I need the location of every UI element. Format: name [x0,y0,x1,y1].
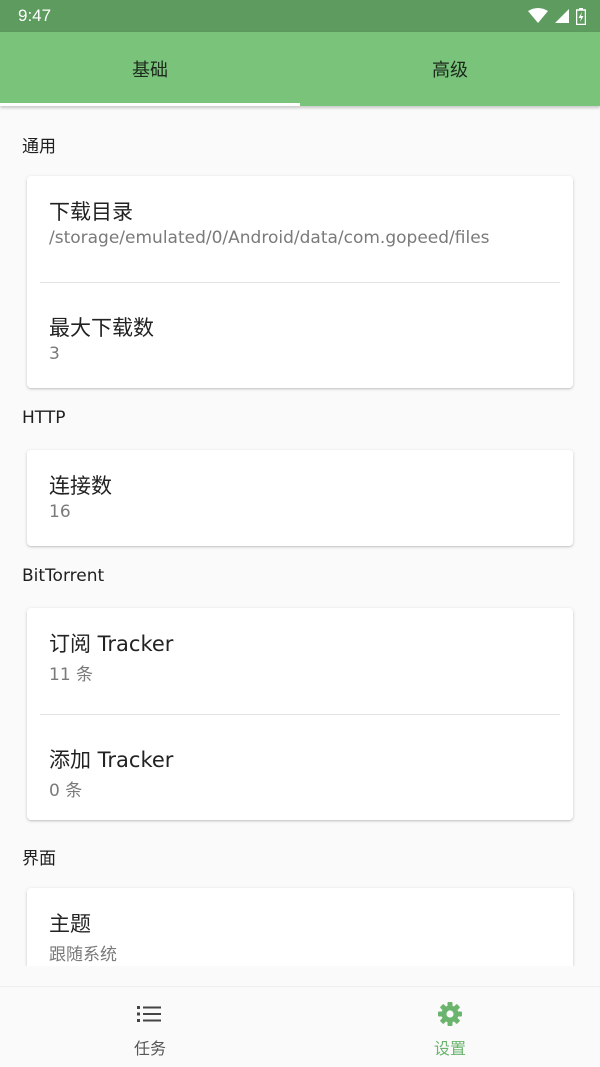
setting-value: 3 [49,344,60,364]
setting-title: 订阅 Tracker [49,632,174,656]
setting-subscribe-tracker[interactable]: 订阅 Tracker 11 条 [27,608,573,714]
signal-icon [555,9,569,23]
nav-tasks-label: 任务 [133,1039,166,1058]
setting-theme[interactable]: 主题 跟随系统 [27,888,573,966]
setting-value: 11 条 [49,665,94,685]
nav-settings-label: 设置 [433,1039,466,1058]
status-bar: 9:47 [0,0,600,32]
nav-settings[interactable]: 设置 [300,987,600,1067]
app-bar-tabs: 基础 高级 [0,32,600,106]
setting-value: 跟随系统 [49,945,117,965]
setting-title: 添加 Tracker [49,748,174,772]
gear-icon [437,1001,463,1027]
tab-advanced-label: 高级 [432,60,468,81]
bottom-navigation: 任务 设置 [0,986,600,1067]
setting-download-directory[interactable]: 下载目录 /storage/emulated/0/Android/data/co… [27,176,573,282]
setting-title: 下载目录 [49,200,133,224]
setting-add-tracker[interactable]: 添加 Tracker 0 条 [27,715,573,820]
status-time: 9:47 [18,6,52,25]
card-general: 下载目录 /storage/emulated/0/Android/data/co… [27,176,573,388]
section-title-bittorrent: BitTorrent [22,566,105,586]
setting-title: 最大下载数 [49,316,154,340]
setting-max-downloads[interactable]: 最大下载数 3 [27,283,573,388]
status-icons [528,7,586,25]
card-bittorrent: 订阅 Tracker 11 条 添加 Tracker 0 条 [27,608,573,820]
card-interface: 主题 跟随系统 [27,888,573,966]
card-http: 连接数 16 [27,450,573,546]
section-title-http: HTTP [22,408,66,428]
setting-title: 主题 [49,912,91,936]
section-title-interface: 界面 [22,849,56,869]
wifi-icon [528,8,548,23]
tab-basic-label: 基础 [132,60,168,81]
tab-basic[interactable]: 基础 [0,32,300,106]
setting-value: 0 条 [49,781,83,801]
setting-value: /storage/emulated/0/Android/data/com.gop… [49,228,490,248]
section-title-general: 通用 [22,137,56,157]
tab-advanced[interactable]: 高级 [300,32,600,106]
battery-icon [576,7,586,25]
nav-tasks[interactable]: 任务 [0,987,300,1067]
setting-connections[interactable]: 连接数 16 [27,450,573,546]
settings-list[interactable]: 通用 下载目录 /storage/emulated/0/Android/data… [0,106,600,966]
setting-title: 连接数 [49,474,112,498]
list-icon [137,1001,163,1027]
setting-value: 16 [49,502,71,522]
